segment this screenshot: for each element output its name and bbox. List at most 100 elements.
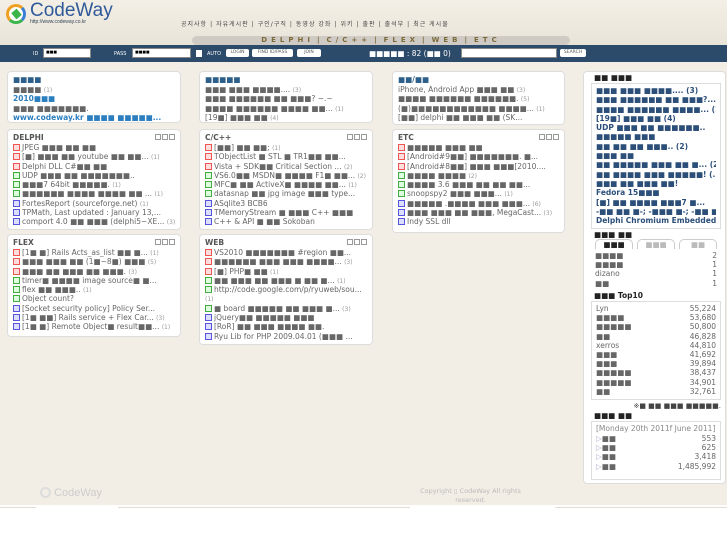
gallery-icon[interactable]: [354, 239, 360, 245]
gallery-icon[interactable]: [162, 134, 168, 140]
post-title[interactable]: ■■■■ ■■■■■■ ■■■■ ■■...: [205, 104, 333, 113]
recent-post[interactable]: UDP ■■■ ■■ ■■■■■■..: [596, 123, 716, 132]
post-title[interactable]: ■■■■■ ■■■ ■■: [407, 143, 483, 152]
post-title[interactable]: 2010■■■: [13, 94, 55, 103]
member-tab[interactable]: ■■■: [595, 239, 633, 249]
auto-login-checkbox[interactable]: [196, 50, 202, 57]
list-item[interactable]: ■■■ ■■■ ■■ ■■■, MegaCast... (3): [398, 208, 559, 217]
page-icon[interactable]: [169, 239, 175, 245]
recent-post[interactable]: Delphi Chromium Embedded: [596, 216, 716, 225]
panel-title[interactable]: C/C++: [205, 133, 367, 143]
list-item[interactable]: MFC■ ■■ ActiveX■ ■■■■ ■■... (1): [205, 180, 367, 189]
post-title[interactable]: VS2010 ■■■■■■■ #region ■■...: [214, 248, 351, 257]
list-item[interactable]: (1): [205, 294, 367, 303]
panel-title[interactable]: ETC: [398, 133, 559, 143]
post-title[interactable]: [19■] ■■■ ■■: [205, 113, 268, 122]
list-item[interactable]: ■■■■ ■■■■ (2): [398, 171, 559, 180]
recent-post[interactable]: ■■ ■■■■■ ■■■ ■■ ■... (2): [596, 160, 716, 169]
list-item[interactable]: ■■■■■ ■■■ ■■: [398, 143, 559, 152]
post-title[interactable]: ■■■■■■ ■■■ ■■■ ■■■■...: [214, 257, 342, 266]
panel-title[interactable]: ■■/■■: [398, 75, 559, 85]
list-item[interactable]: www.codeway.kr ■■■■ ■■■■■...: [13, 113, 175, 122]
recent-post[interactable]: ■■■■■ ■■■: [596, 132, 716, 141]
post-title[interactable]: FortesReport (sourceforge.net): [22, 199, 137, 208]
post-title[interactable]: http://code.google.com/p/ryuweb/sou...: [214, 285, 362, 294]
member-tab[interactable]: ■■■: [637, 239, 675, 249]
page-icon[interactable]: [553, 134, 559, 140]
list-item[interactable]: snoopspy2 ■■■ ■■■... (1): [398, 189, 559, 198]
post-title[interactable]: ■■■■ ■■■■: [407, 171, 466, 180]
panel-title[interactable]: ■■■■: [13, 75, 175, 85]
post-title[interactable]: [1■ ■■] Rails service + Flex Car...: [22, 313, 154, 322]
login-button[interactable]: LOGIN: [226, 49, 249, 57]
member-tab[interactable]: ■■: [679, 239, 717, 249]
list-item[interactable]: ASqlite3 BCB6: [205, 199, 367, 208]
post-title[interactable]: ASqlite3 BCB6: [214, 199, 268, 208]
menu-item[interactable]: 최근 게시물: [413, 21, 449, 28]
list-item[interactable]: ■■■■ (1): [13, 85, 175, 94]
post-title[interactable]: ■■■ ■■ ■■■ ■■ ■■■.: [22, 267, 126, 276]
list-item[interactable]: [1■ ■■] Rails service + Flex Car... (3): [13, 313, 175, 322]
list-item[interactable]: [■] PHP■ ■■ (1): [205, 267, 367, 276]
join-button[interactable]: JOIN: [297, 49, 321, 57]
recent-post[interactable]: ■■ ■■ ■■ ■■■.. (2): [596, 142, 716, 151]
list-icon[interactable]: [539, 134, 545, 140]
post-title[interactable]: TPMath, Last updated : January 13,...: [22, 208, 161, 217]
list-item[interactable]: [Android#8■■] ■■■ ■■■[2010....: [398, 162, 559, 171]
list-item[interactable]: comport 4.0 ■■ ■■■ (delphi5~XE... (3): [13, 217, 175, 226]
menu-item[interactable]: 출석부: [385, 21, 405, 28]
post-title[interactable]: ■■ ■■■ ■■ ■■■ ■ ■■ ■...: [214, 276, 335, 285]
post-title[interactable]: jQuery■■ ■■■■■ ■■■: [214, 313, 315, 322]
panel-title[interactable]: DELPHI: [13, 133, 175, 143]
recent-post[interactable]: ■■■ ■■: [596, 151, 716, 160]
find-id-pass-button[interactable]: FIND ID/PASS: [252, 49, 293, 57]
post-title[interactable]: Vista + SDK■■ Critical Section ...: [214, 162, 342, 171]
post-title[interactable]: www.codeway.kr ■■■■ ■■■■■...: [13, 113, 161, 122]
list-item[interactable]: datasnap ■■ jpg image ■■■ type...: [205, 189, 367, 198]
page-icon[interactable]: [361, 134, 367, 140]
list-icon[interactable]: [155, 239, 161, 245]
list-item[interactable]: ■■■ ■■ ■■■ ■■ ■■■. (3): [13, 267, 175, 276]
post-title[interactable]: iPhone, Android App ■■■ ■■: [398, 85, 514, 94]
post-title[interactable]: comport 4.0 ■■ ■■■ (delphi5~XE...: [22, 217, 164, 226]
panel-title[interactable]: WEB: [205, 238, 367, 248]
post-title[interactable]: ■ board ■■■■■ ■■ ■■■ ■...: [214, 304, 340, 313]
post-title[interactable]: ■■■■: [13, 85, 41, 94]
menu-item[interactable]: 공지사항: [181, 21, 207, 28]
list-item[interactable]: Ryu Lib for PHP 2009.04.01 (■■■ ...: [205, 332, 367, 341]
list-item[interactable]: [1■ ■] Rails Acts_as_list ■■ ■... (1): [13, 248, 175, 257]
recent-post[interactable]: -■■ ■■ ■-; -■■■ ■-; -■■ ■..: [596, 207, 716, 216]
list-item[interactable]: iPhone, Android App ■■■ ■■ (3): [398, 85, 559, 94]
list-icon[interactable]: [347, 134, 353, 140]
list-item[interactable]: ■ board ■■■■■ ■■ ■■■ ■... (3): [205, 304, 367, 313]
list-item[interactable]: ■■■■■ .■■■■ ■■■ ■■■... (6): [398, 199, 559, 208]
post-title[interactable]: TMemoryStream ■ ■■■ C++ ■■■: [214, 208, 353, 217]
panel-title[interactable]: FLEX: [13, 238, 175, 248]
post-title[interactable]: ■■■ ■■■ ■■ ■■■, MegaCast...: [407, 208, 541, 217]
recent-post[interactable]: ■■■ ■■■■■■ ■■ ■■■?...: [596, 95, 716, 104]
post-title[interactable]: Object count?: [22, 294, 74, 303]
post-title[interactable]: ■■■ ■■■ ■■ (1■~8■) ■■■: [22, 257, 145, 266]
id-input[interactable]: [43, 48, 91, 58]
post-title[interactable]: ■■■■■■ ■■■■ ■■■■ ■■ ...: [22, 189, 152, 198]
list-item[interactable]: [Android#9■■] ■■■■■■■. ■...: [398, 152, 559, 161]
list-item[interactable]: ■■■■ 3.6 ■■■ ■■ ■■ ■■...: [398, 180, 559, 189]
list-item[interactable]: C++ & API ■ ■■ Sokoban: [205, 217, 367, 226]
list-item[interactable]: ■■ ■■■ ■■ ■■■ ■ ■■ ■... (1): [205, 276, 367, 285]
list-item[interactable]: [■■] ■■ ■■; (1): [205, 143, 367, 152]
list-item[interactable]: ■■■■ ■■■■■■ ■■■■ ■■... (1): [205, 104, 367, 113]
pass-input[interactable]: [132, 48, 191, 58]
list-item[interactable]: [19■] ■■■ ■■ (4): [205, 113, 367, 122]
list-item[interactable]: Object count?: [13, 294, 175, 303]
list-item[interactable]: [RoR] ■■ ■■■ ■■■■ ■■.: [205, 322, 367, 331]
recent-post[interactable]: [■] ■■ ■■■■ ■■■7 ■...: [596, 198, 716, 207]
post-title[interactable]: [■] ■■■ ■■ youtube ■■ ■■...: [22, 152, 149, 161]
post-title[interactable]: ■■■■ 3.6 ■■■ ■■ ■■ ■■...: [407, 180, 530, 189]
list-item[interactable]: UDP ■■■ ■■ ■■■■■■■..: [13, 171, 175, 180]
post-title[interactable]: Indy SSL dll: [407, 217, 451, 226]
list-icon[interactable]: [155, 134, 161, 140]
post-title[interactable]: flex ■■ ■■■..: [22, 285, 81, 294]
post-title[interactable]: [Android#8■■] ■■■ ■■■[2010....: [407, 162, 546, 171]
post-title[interactable]: [1■ ■] Rails Acts_as_list ■■ ■...: [22, 248, 148, 257]
list-item[interactable]: VS6.0■■ MSDN■ ■■■■ F1■ ■■... (2): [205, 171, 367, 180]
